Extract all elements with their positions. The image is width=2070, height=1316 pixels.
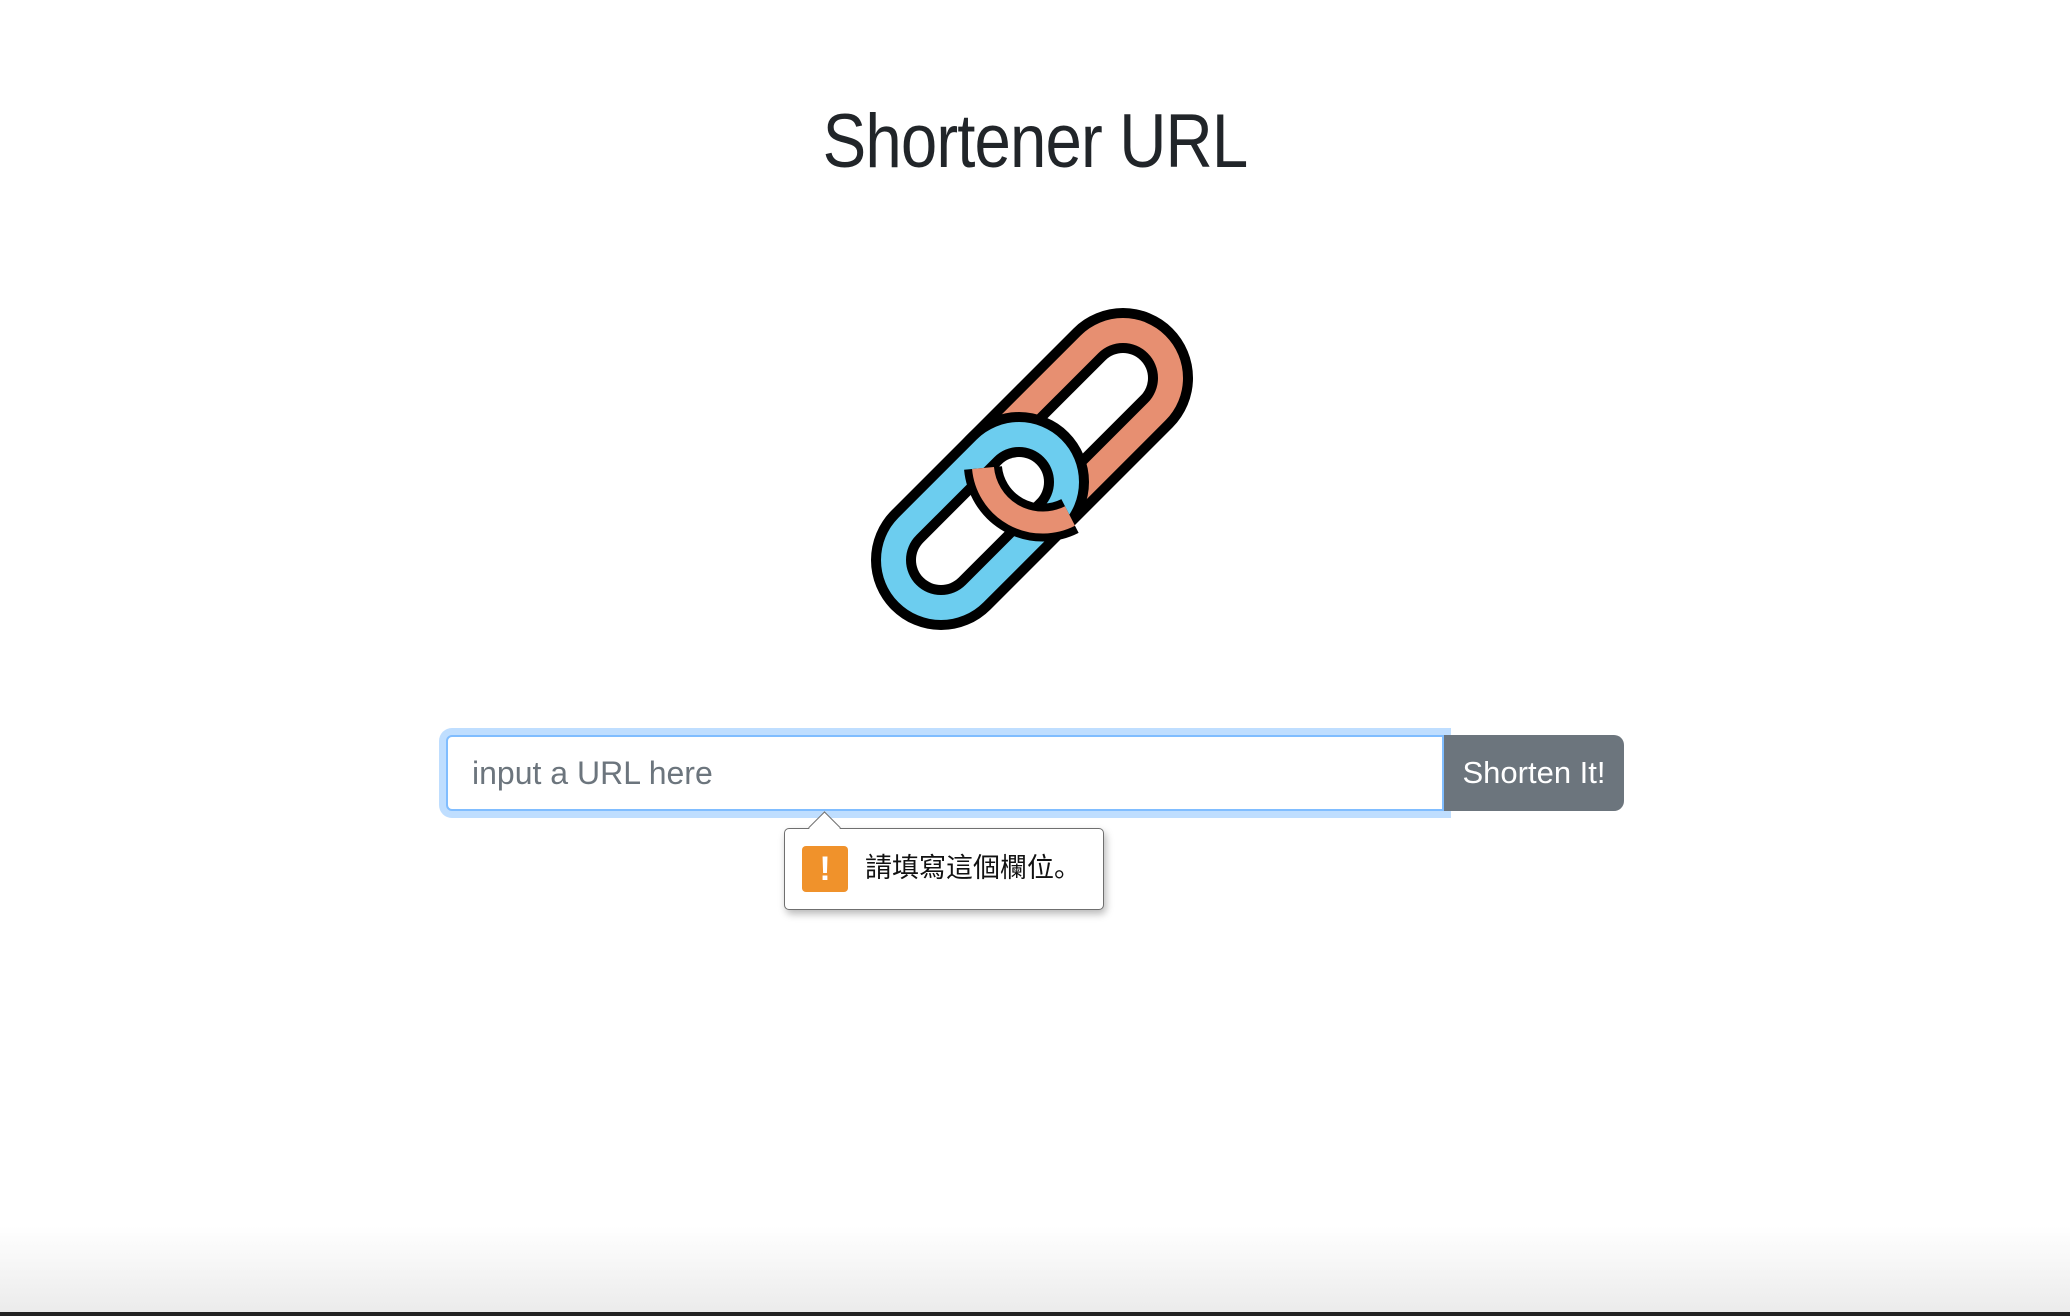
page-title: Shortener URL — [822, 99, 1249, 184]
shorten-button[interactable]: Shorten It! — [1444, 735, 1624, 811]
tooltip-arrow — [808, 811, 841, 844]
warning-icon: ! — [802, 846, 848, 892]
bottom-shadow — [0, 1226, 2070, 1316]
bottom-edge — [0, 1312, 2070, 1316]
validation-message: 請填寫這個欄位。 — [865, 853, 1081, 884]
validation-tooltip: ! 請填寫這個欄位。 — [784, 811, 1104, 910]
page: Shortener URL Shorten It! ! 請填寫這個欄位。 — [0, 0, 2070, 1316]
chain-link-icon — [871, 308, 1193, 630]
url-input[interactable] — [446, 735, 1444, 811]
shorten-form: Shorten It! — [446, 735, 1624, 811]
